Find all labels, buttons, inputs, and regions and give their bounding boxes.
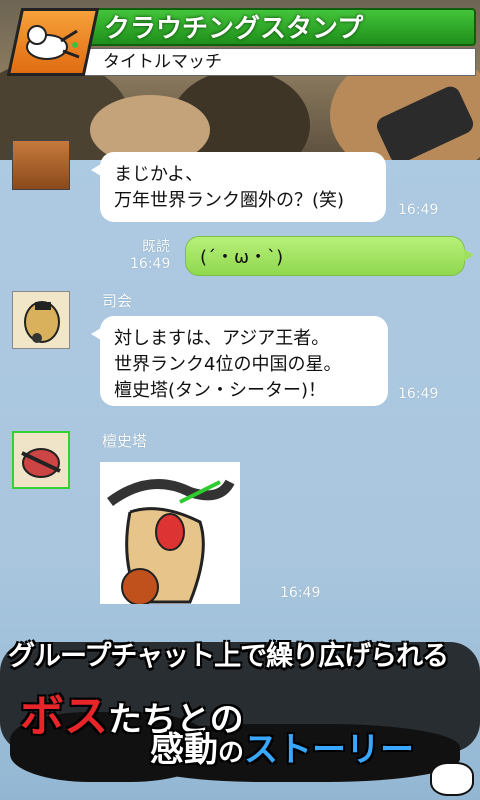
message-text: (´・ω・`): [200, 247, 284, 268]
message-bubble-own[interactable]: (´・ω・`): [185, 236, 474, 276]
timestamp: 16:49: [130, 256, 171, 272]
message-bubble[interactable]: 対しますは、アジア王者。 世界ランク4位の中国の星。 檀史塔(タン・シーター)！: [91, 316, 388, 406]
sender-name: 司会: [102, 292, 133, 310]
crouching-man-icon: [6, 8, 100, 76]
promo-highlight-red: ボス: [20, 691, 108, 742]
fighter-avatar-icon: [14, 433, 68, 487]
message-line: 檀史塔(タン・シーター)！: [114, 380, 327, 401]
message-line: 対しますは、アジア王者。: [114, 328, 330, 349]
timestamp: 16:49: [398, 202, 439, 218]
title-plate: クラウチングスタンプ タイトルマッチ: [6, 8, 476, 76]
promo-text-small: の: [218, 738, 245, 768]
avatar[interactable]: [12, 431, 70, 489]
chat-subtitle: タイトルマッチ: [84, 48, 476, 76]
read-receipt: 既読: [142, 239, 170, 255]
message-line: 万年世界ランク圏外の？(笑): [114, 190, 345, 211]
promo-highlight-blue: ストーリー: [244, 730, 415, 770]
announcer-avatar-icon: [13, 292, 69, 348]
avatar[interactable]: [12, 291, 70, 349]
message-line: まじかよ、: [114, 164, 204, 185]
chat-title: クラウチングスタンプ: [84, 8, 476, 46]
timestamp: 16:49: [398, 386, 439, 402]
avatar[interactable]: [12, 140, 70, 190]
promo-tagline: 感動のストーリー: [150, 722, 414, 771]
promo-text: 感動: [150, 730, 218, 770]
message-line: 世界ランク4位の中国の星。: [114, 354, 342, 375]
promo-headline: グループチャット上で繰り広げられる: [8, 641, 449, 672]
sender-name: 檀史塔: [102, 432, 148, 450]
timestamp: 16:49: [280, 585, 321, 601]
sticker-image[interactable]: [100, 462, 240, 604]
message-bubble[interactable]: まじかよ、 万年世界ランク圏外の？(笑): [91, 152, 386, 222]
